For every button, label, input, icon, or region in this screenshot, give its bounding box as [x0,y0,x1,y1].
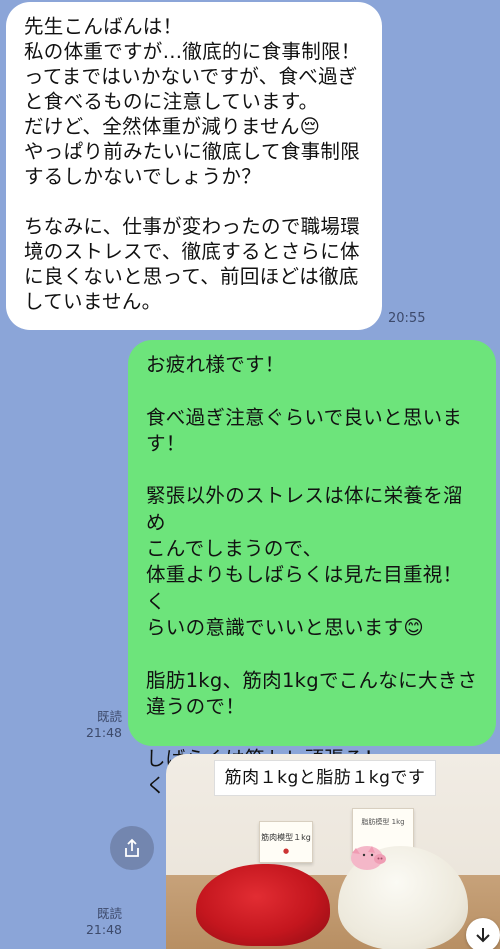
incoming-message-bubble[interactable]: 先生こんばんは！ 私の体重ですが…徹底的に食事制限！ ってまではいかないですが、… [6,2,382,330]
read-status-label: 既読 [96,709,122,724]
pig-mascot-icon [351,846,386,870]
photo-read-status-label: 既読 [96,906,122,921]
outgoing-message-bubble[interactable]: お疲れ様です！ 食べ過ぎ注意ぐらいで良いと思いま す！ 緊張以外のストレスは体に… [128,340,496,797]
photo-message-time: 21:48 [85,922,122,937]
scroll-to-bottom-button[interactable] [466,918,500,949]
muscle-model [196,864,330,946]
muscle-label-mark: ● [282,847,290,855]
read-receipt: 既読 21:48 [82,709,122,741]
arrow-down-icon [476,928,490,943]
muscle-label-text: 筋肉模型１kg [261,833,311,842]
photo-title-card: 筋肉１kgと脂肪１kgです [214,760,436,796]
photo-read-receipt: 既読 21:48 [82,906,122,938]
share-icon [125,838,139,857]
outgoing-message-time: 21:48 [85,725,122,740]
incoming-message-time: 20:55 [388,311,426,326]
share-button[interactable] [110,826,154,870]
fat-label-text: 脂肪模型 1kg [361,818,405,826]
photo-message[interactable]: 筋肉１kgと脂肪１kgです 筋肉模型１kg ● 脂肪模型 1kg [166,754,500,949]
muscle-label-card: 筋肉模型１kg ● [259,821,313,863]
